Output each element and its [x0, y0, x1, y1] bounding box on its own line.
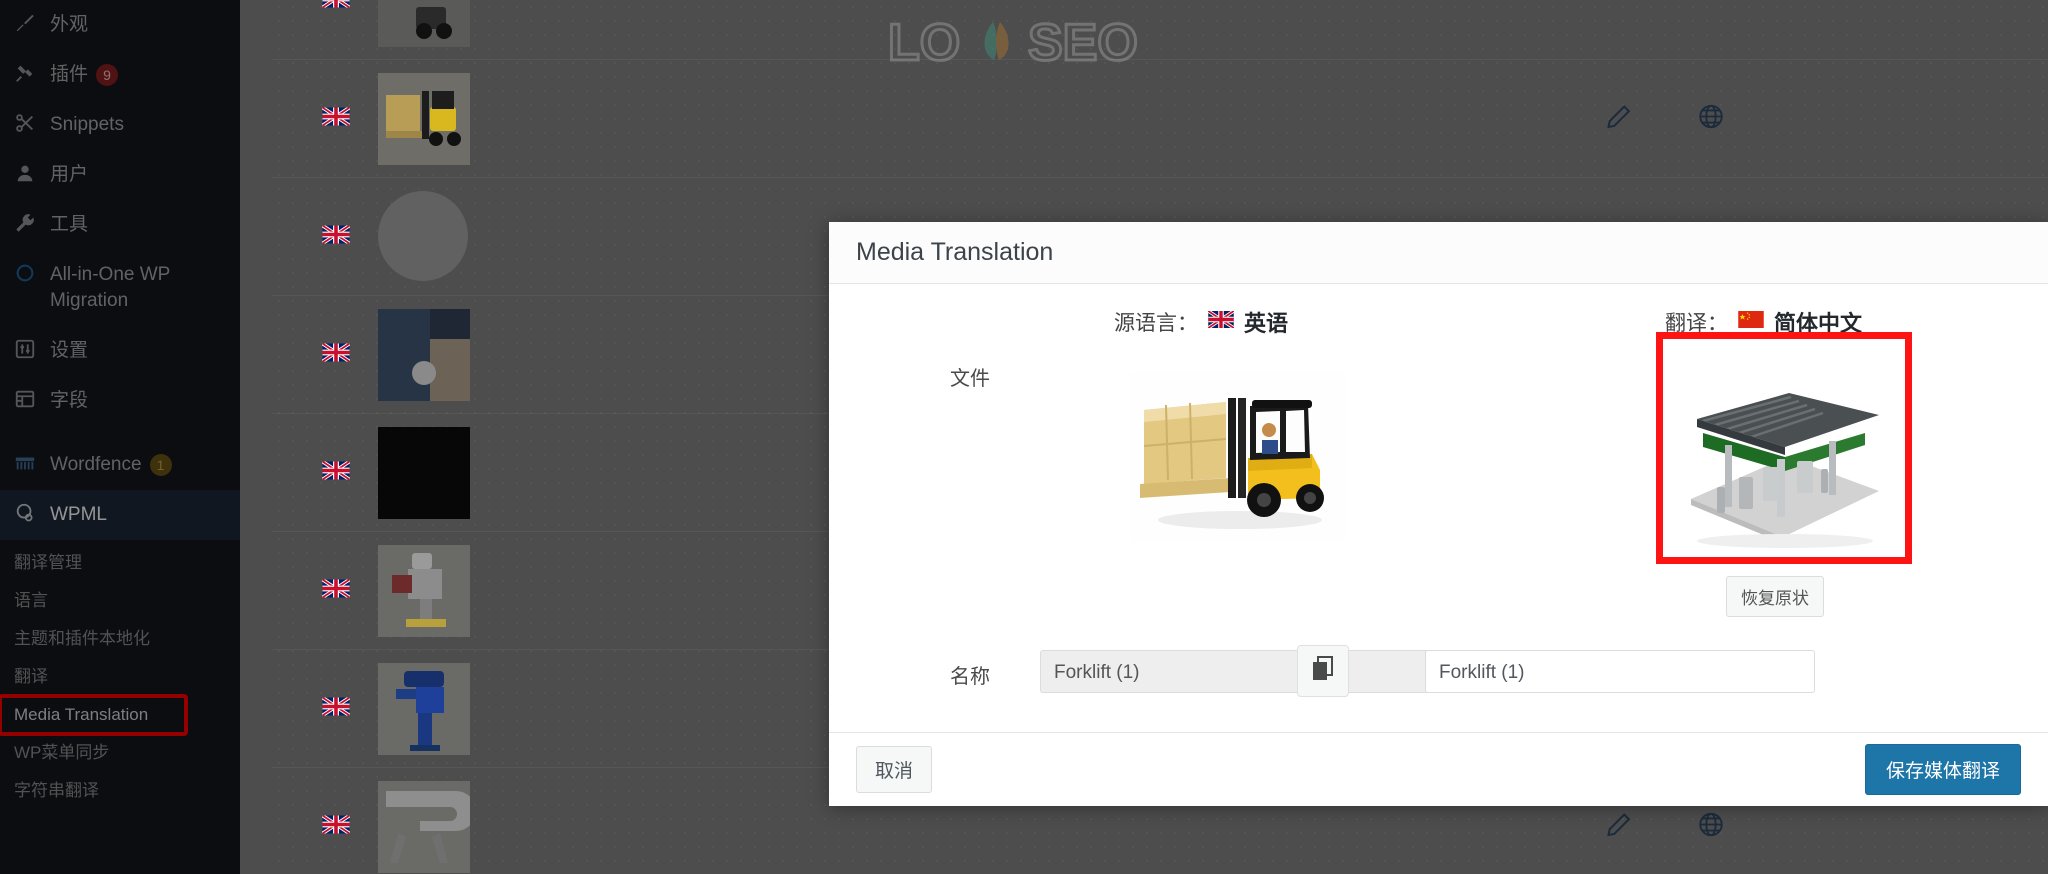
sidebar-item-appearance[interactable]: 外观 — [0, 0, 240, 50]
brush-icon — [14, 12, 50, 34]
media-thumbnail[interactable] — [378, 662, 470, 755]
copy-icon — [1311, 655, 1335, 687]
uk-flag-icon — [321, 0, 351, 12]
cancel-button[interactable]: 取消 — [856, 746, 933, 793]
target-name-input[interactable]: Forklift (1) — [1425, 650, 1815, 693]
table-row[interactable] — [272, 60, 2048, 178]
sidebar-subitem-label: 语言 — [14, 591, 48, 610]
sidebar-item-label: 用户 — [50, 164, 89, 185]
sidebar-item-label: All-in-One WP Migration — [50, 264, 171, 311]
sidebar-subitem-languages[interactable]: 语言 — [0, 582, 240, 620]
admin-sidebar[interactable]: 外观 插件 9 Snippets 用户 工具 All-in-One WP Mig… — [0, 0, 240, 874]
modal-body: 源语言： 英语 翻译： 简体中文 文件 恢复原状 名称 Forklift (1)… — [829, 284, 2048, 732]
media-thumbnail[interactable] — [378, 544, 470, 637]
pencil-icon[interactable] — [1605, 810, 1633, 843]
wpml-icon — [14, 502, 50, 524]
sidebar-item-label: 外观 — [50, 14, 89, 35]
sidebar-subitem-media-translation[interactable]: Media Translation — [0, 694, 188, 736]
uk-flag-icon — [321, 813, 351, 838]
uk-flag-icon — [321, 577, 351, 602]
wpml-submenu[interactable]: 翻译管理 语言 主题和插件本地化 翻译 Media Translation WP… — [0, 540, 240, 820]
file-label: 文件 — [950, 368, 990, 390]
target-image[interactable] — [1656, 332, 1912, 564]
uk-flag-icon — [321, 341, 351, 366]
wrench-icon — [14, 212, 50, 234]
sidebar-subitem-theme-plugin-localization[interactable]: 主题和插件本地化 — [0, 620, 240, 658]
sidebar-subitem-wp-menu-sync[interactable]: WP菜单同步 — [0, 734, 240, 772]
sidebar-item-settings[interactable]: 设置 — [0, 326, 240, 376]
save-media-translation-button[interactable]: 保存媒体翻译 — [1864, 744, 2021, 795]
sidebar-subitem-label: 翻译管理 — [14, 553, 82, 572]
wordfence-icon — [14, 452, 50, 474]
sidebar-item-fields[interactable]: 字段 — [0, 376, 240, 426]
media-thumbnail[interactable] — [378, 72, 470, 165]
sidebar-item-label: 字段 — [50, 390, 89, 411]
wordfence-badge: 1 — [149, 453, 172, 476]
uk-flag-icon — [1207, 309, 1235, 334]
source-image — [1122, 362, 1352, 552]
modal-title: Media Translation — [856, 238, 1054, 266]
sidebar-subitem-label: WP菜单同步 — [14, 743, 110, 762]
sidebar-item-label: 设置 — [50, 340, 89, 361]
sidebar-subitem-label: 主题和插件本地化 — [14, 629, 150, 648]
user-icon — [14, 162, 50, 184]
media-thumbnail[interactable] — [378, 426, 470, 519]
sidebar-item-tools[interactable]: 工具 — [0, 200, 240, 250]
name-label: 名称 — [950, 666, 990, 688]
uk-flag-icon — [321, 695, 351, 720]
sidebar-item-label: 工具 — [50, 214, 89, 235]
fields-icon — [14, 388, 50, 410]
sidebar-item-label: WPML — [50, 504, 107, 525]
source-language: 源语言： 英语 — [1114, 306, 1288, 338]
sidebar-subitem-translation-management[interactable]: 翻译管理 — [0, 544, 240, 582]
sidebar-item-wpml[interactable]: WPML — [0, 490, 240, 540]
plug-icon — [14, 62, 50, 84]
settings-icon — [14, 338, 50, 360]
source-name-input: Forklift (1) — [1040, 650, 1430, 693]
restore-original-button[interactable]: 恢复原状 — [1726, 576, 1824, 617]
media-thumbnail[interactable] — [378, 190, 470, 283]
migration-icon — [14, 262, 50, 284]
sidebar-item-users[interactable]: 用户 — [0, 150, 240, 200]
sidebar-subitem-label: Media Translation — [14, 705, 149, 724]
uk-flag-icon — [321, 105, 351, 130]
copy-to-translation-button[interactable] — [1297, 645, 1349, 697]
sidebar-subitem-translation[interactable]: 翻译 — [0, 658, 240, 696]
globe-icon[interactable] — [1697, 102, 1725, 135]
media-thumbnail[interactable] — [378, 308, 470, 401]
sidebar-item-plugins[interactable]: 插件 9 — [0, 50, 240, 100]
media-thumbnail[interactable] — [378, 0, 470, 47]
pencil-icon[interactable] — [1605, 102, 1633, 135]
media-thumbnail[interactable] — [378, 780, 470, 873]
plugins-update-badge: 9 — [96, 63, 119, 86]
sidebar-item-label: Snippets — [50, 114, 124, 135]
sidebar-item-snippets[interactable]: Snippets — [0, 100, 240, 150]
modal-header: Media Translation — [829, 222, 2048, 284]
globe-icon[interactable] — [1697, 810, 1725, 843]
media-translation-modal[interactable]: Media Translation 源语言： 英语 翻译： 简体中文 文件 恢复… — [829, 222, 2048, 806]
uk-flag-icon — [321, 459, 351, 484]
sidebar-subitem-label: 翻译 — [14, 667, 48, 686]
sidebar-item-label: 插件 — [50, 64, 89, 85]
uk-flag-icon — [321, 223, 351, 248]
scissors-icon — [14, 112, 50, 134]
sidebar-item-wordfence[interactable]: Wordfence 1 — [0, 440, 240, 490]
sidebar-item-all-in-one-wp-migration[interactable]: All-in-One WP Migration — [0, 250, 240, 326]
table-row[interactable] — [272, 0, 2048, 60]
cn-flag-icon — [1738, 310, 1764, 334]
source-language-label: 源语言： — [1114, 312, 1198, 335]
modal-footer: 取消 保存媒体翻译 — [829, 732, 2048, 806]
sidebar-item-label: Wordfence — [50, 454, 142, 475]
sidebar-subitem-string-translation[interactable]: 字符串翻译 — [0, 772, 240, 810]
source-language-name: 英语 — [1244, 311, 1289, 336]
sidebar-subitem-label: 字符串翻译 — [14, 781, 99, 800]
